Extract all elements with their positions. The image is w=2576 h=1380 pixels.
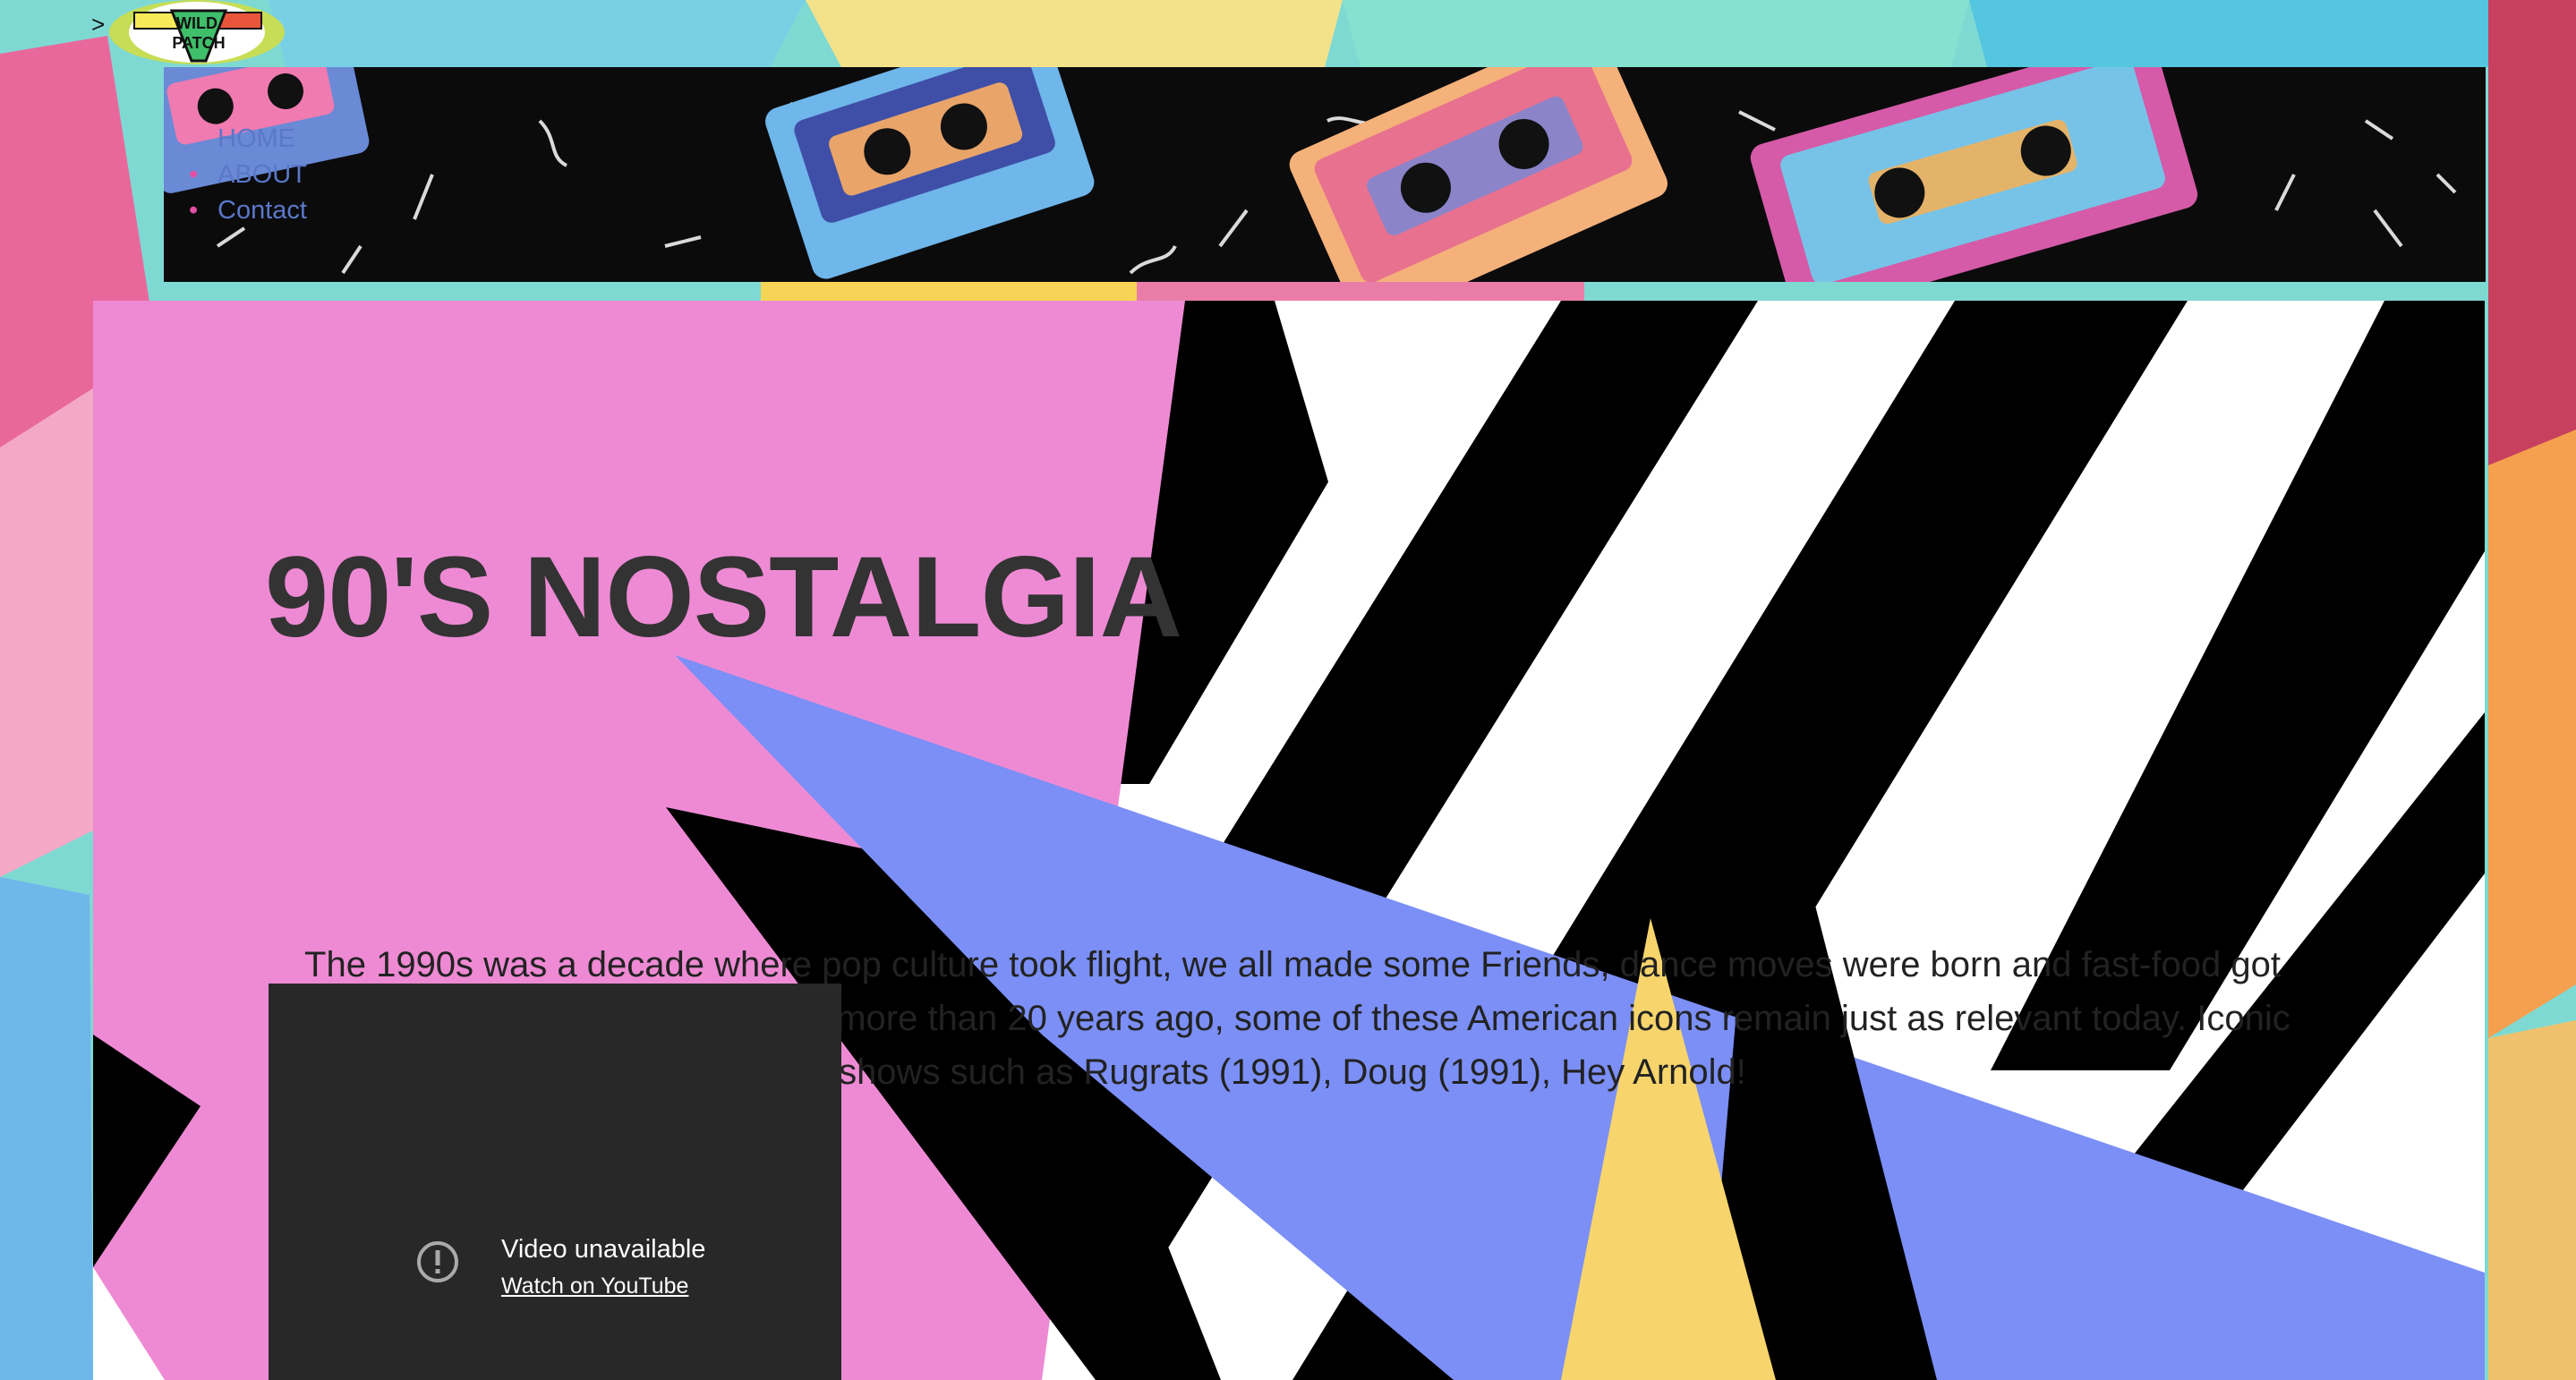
nav-item-home[interactable]: HOME (218, 121, 307, 157)
hero-section: 90'S NOSTALGIA The 1990s was a decade wh… (93, 301, 2485, 1380)
logo-caret: > (91, 11, 106, 38)
svg-text:PATCH: PATCH (172, 34, 225, 52)
header-banner: HOME ABOUT Contact (164, 67, 2486, 282)
main-nav: HOME ABOUT Contact (164, 121, 307, 228)
youtube-embed[interactable]: Video unavailable Watch on YouTube (269, 984, 841, 1380)
watch-on-youtube-link[interactable]: Watch on YouTube (501, 1274, 688, 1299)
svg-text:WILD: WILD (176, 14, 218, 32)
page-title: 90'S NOSTALGIA (265, 533, 1182, 661)
video-status-text: Video unavailable (501, 1235, 706, 1264)
wild-patch-logo[interactable]: WILD PATCH (107, 0, 286, 68)
nav-item-contact[interactable]: Contact (189, 192, 307, 228)
exclamation-icon (417, 1241, 458, 1282)
nav-item-about[interactable]: ABOUT (189, 157, 307, 192)
cassette-tape-artwork (164, 67, 2486, 282)
